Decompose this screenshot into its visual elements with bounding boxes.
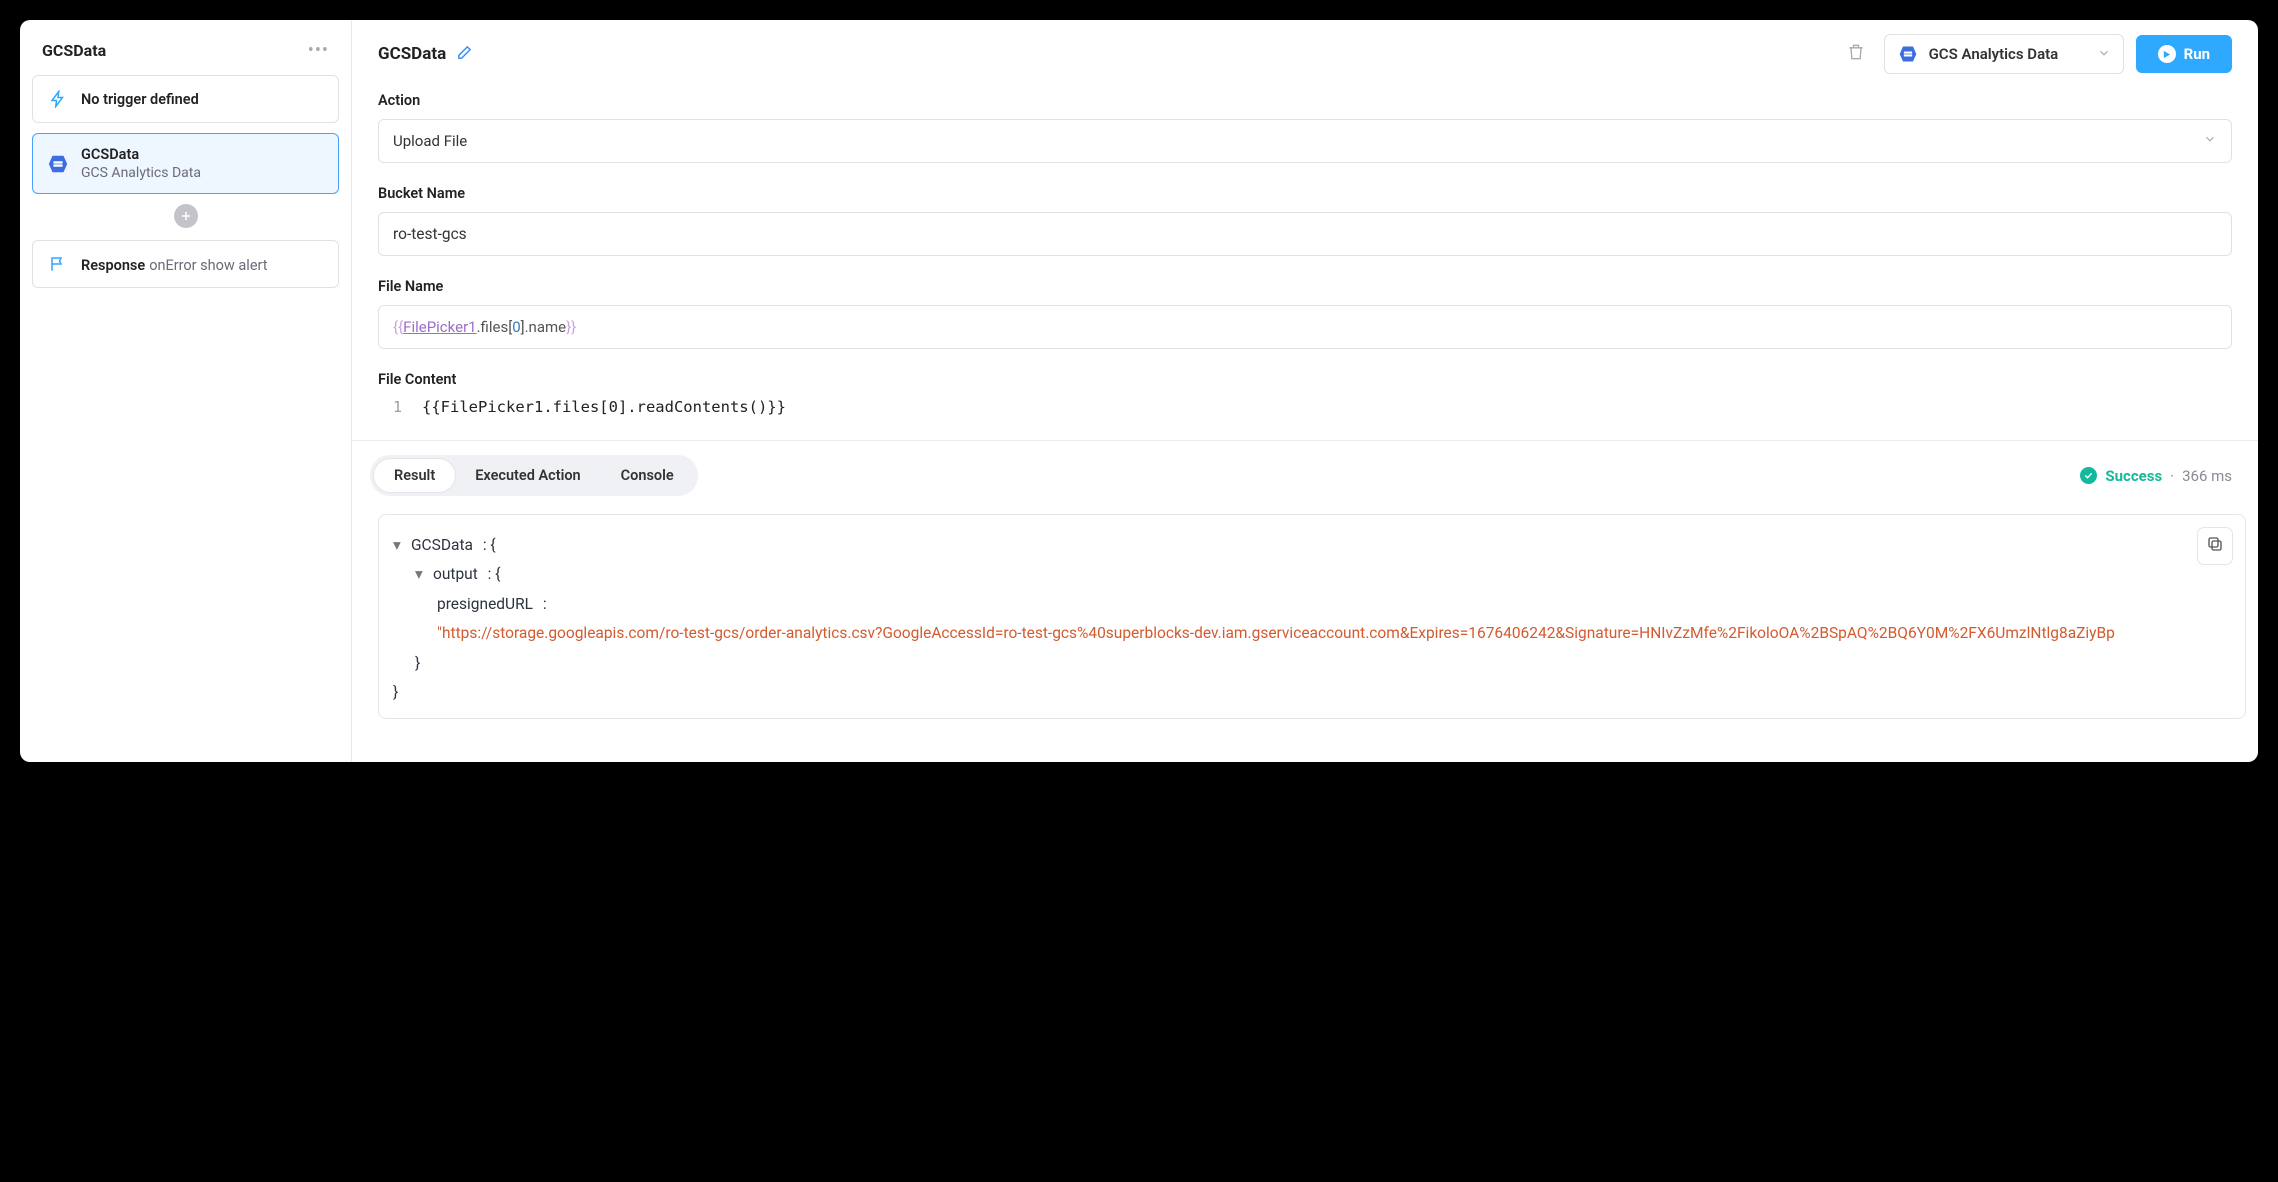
json-string-value: "https://storage.googleapis.com/ro-test-… [437, 619, 2115, 648]
chevron-down-icon [2097, 45, 2111, 64]
filename-expr: {{FilePicker1.files[0].name}} [393, 318, 576, 336]
bucket-input[interactable]: ro-test-gcs [378, 212, 2232, 256]
play-icon [2158, 45, 2176, 63]
status-timing: 366 ms [2182, 467, 2232, 485]
copy-button[interactable] [2197, 527, 2233, 565]
filecontent-code: {{FilePicker1.files[0].readContents()}} [422, 398, 786, 416]
status-text: Success [2105, 467, 2162, 485]
step-title: GCSData [81, 146, 201, 163]
success-icon [2080, 467, 2097, 484]
action-value: Upload File [393, 132, 467, 150]
tab-console[interactable]: Console [601, 459, 694, 492]
response-step[interactable]: ResponseonError show alert [32, 240, 339, 288]
tab-result[interactable]: Result [374, 459, 455, 492]
filecontent-label: File Content [378, 371, 2232, 388]
response-sub: onError show alert [149, 257, 267, 274]
json-brace: } [393, 678, 398, 707]
tab-executed-action[interactable]: Executed Action [455, 459, 600, 492]
status-sep: · [2170, 467, 2174, 485]
bolt-icon [47, 88, 69, 110]
page-title: GCSData [378, 44, 446, 64]
more-icon[interactable]: ••• [308, 40, 329, 61]
line-number: 1 [384, 398, 402, 416]
bucket-label: Bucket Name [378, 185, 2232, 202]
caret-down-icon[interactable]: ▾ [415, 560, 427, 589]
gcs-icon [47, 153, 69, 175]
flag-icon [47, 253, 69, 275]
response-title: Response [81, 257, 145, 274]
sidebar-title: GCSData [42, 41, 106, 60]
action-label: Action [378, 92, 2232, 109]
filename-input[interactable]: {{FilePicker1.files[0].name}} [378, 305, 2232, 349]
main-panel: GCSData GCS Analytics Data [352, 20, 2258, 762]
json-key: presignedURL [437, 590, 533, 619]
trigger-label: No trigger defined [81, 91, 199, 108]
json-key: output [433, 560, 478, 589]
json-key: GCSData [411, 531, 473, 560]
action-select[interactable]: Upload File [378, 119, 2232, 163]
integration-label: GCS Analytics Data [1929, 45, 2087, 63]
bucket-value: ro-test-gcs [393, 225, 467, 243]
filename-label: File Name [378, 278, 2232, 295]
json-brace: } [415, 649, 420, 678]
delete-icon[interactable] [1840, 42, 1872, 66]
add-step-button[interactable] [174, 204, 198, 228]
edit-icon[interactable] [456, 44, 473, 65]
result-json[interactable]: ▾GCSData : { ▾output : { presignedURL : … [378, 514, 2246, 719]
filecontent-input[interactable]: 1 {{FilePicker1.files[0].readContents()}… [378, 398, 2232, 416]
step-sub: GCS Analytics Data [81, 165, 201, 181]
gcs-icon [1897, 43, 1919, 65]
sidebar: GCSData ••• No trigger defined GCSData G… [20, 20, 352, 762]
run-label: Run [2184, 45, 2210, 63]
trigger-step[interactable]: No trigger defined [32, 75, 339, 123]
gcs-step[interactable]: GCSData GCS Analytics Data [32, 133, 339, 194]
chevron-down-icon [2203, 132, 2217, 150]
result-tabs: Result Executed Action Console [370, 455, 698, 496]
caret-down-icon[interactable]: ▾ [393, 531, 405, 560]
integration-selector[interactable]: GCS Analytics Data [1884, 34, 2124, 74]
run-button[interactable]: Run [2136, 35, 2232, 73]
